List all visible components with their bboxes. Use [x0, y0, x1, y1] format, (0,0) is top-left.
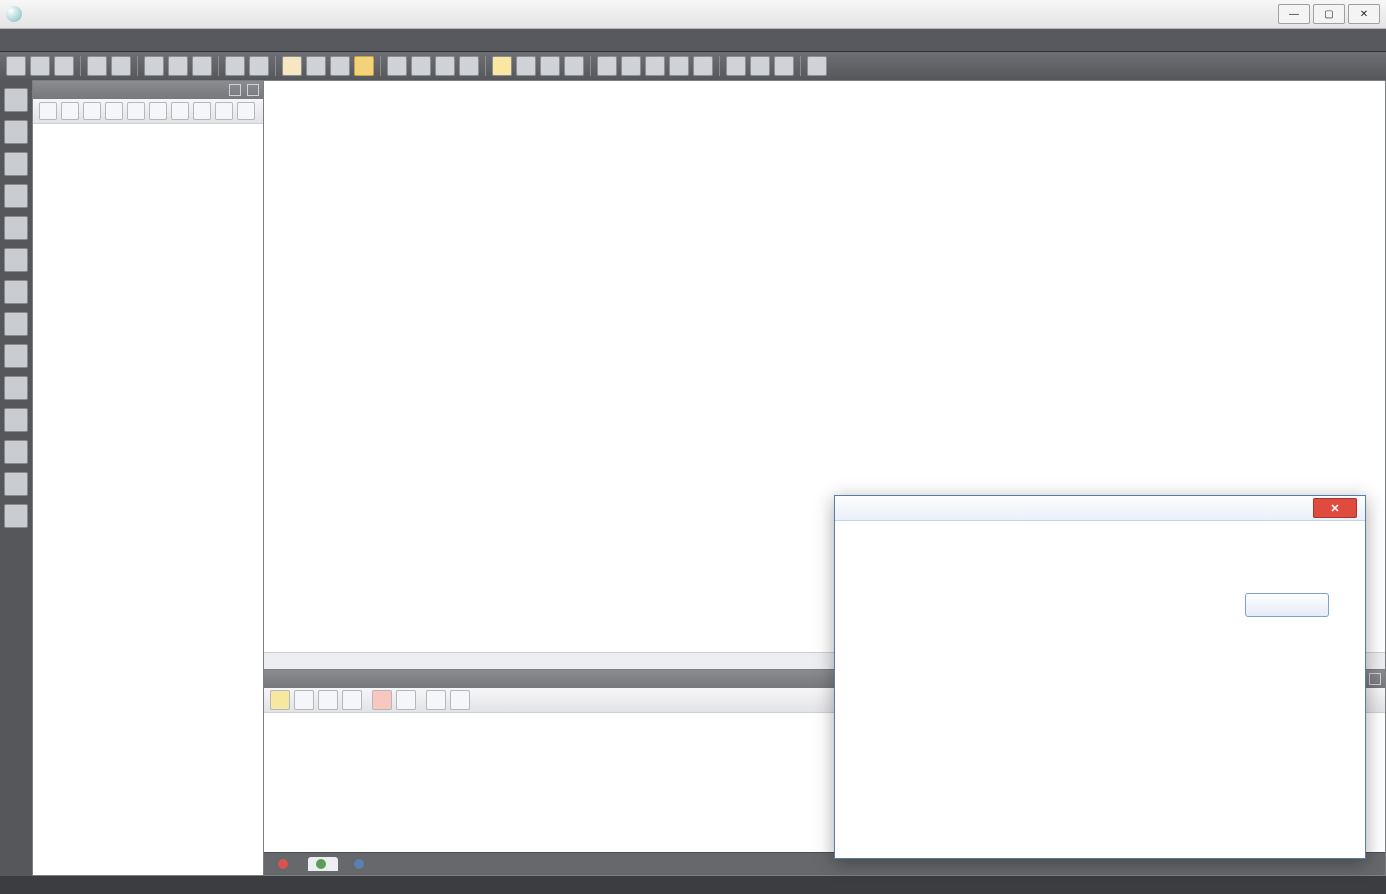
- main-toolbar: [0, 52, 1386, 80]
- tb-redo-icon[interactable]: [249, 56, 269, 76]
- vs-6-icon[interactable]: [4, 248, 28, 272]
- tb-paste-icon[interactable]: [192, 56, 212, 76]
- tb-new-icon[interactable]: [6, 56, 26, 76]
- tb-zoomfit-icon[interactable]: [435, 56, 455, 76]
- dialog-close-button[interactable]: ✕: [1313, 498, 1357, 518]
- tb-report3-icon[interactable]: [774, 56, 794, 76]
- battery-characteristics-dialog: ✕: [834, 495, 1366, 859]
- tb-open-icon[interactable]: [30, 56, 50, 76]
- tb-calc3-icon[interactable]: [354, 56, 374, 76]
- pt-down-icon[interactable]: [149, 102, 167, 120]
- tb-sigma-icon[interactable]: [282, 56, 302, 76]
- tab-notas[interactable]: [346, 857, 376, 871]
- pt-up-icon[interactable]: [127, 102, 145, 120]
- tb-unlink-icon[interactable]: [693, 56, 713, 76]
- vs-1-icon[interactable]: [4, 88, 28, 112]
- dialog-exit-button[interactable]: [1245, 593, 1329, 617]
- tb-layer2-icon[interactable]: [645, 56, 665, 76]
- tb-pan-icon[interactable]: [459, 56, 479, 76]
- rt-zoomin-icon[interactable]: [426, 690, 446, 710]
- vs-4-icon[interactable]: [4, 184, 28, 208]
- vs-10-icon[interactable]: [4, 376, 28, 400]
- rt-check-icon[interactable]: [270, 690, 290, 710]
- rt-opt3-icon[interactable]: [342, 690, 362, 710]
- vs-2-icon[interactable]: [4, 120, 28, 144]
- tb-zoomout-icon[interactable]: [411, 56, 431, 76]
- pt-filter-icon[interactable]: [193, 102, 211, 120]
- tb-report2-icon[interactable]: [750, 56, 770, 76]
- tb-snow-icon[interactable]: [540, 56, 560, 76]
- tb-zoomin-icon[interactable]: [387, 56, 407, 76]
- panel-close-icon[interactable]: [247, 84, 259, 96]
- tb-measure-icon[interactable]: [597, 56, 617, 76]
- vs-9-icon[interactable]: [4, 344, 28, 368]
- dialog-right-column: [1133, 539, 1343, 617]
- tb-print-icon[interactable]: [87, 56, 107, 76]
- pt-sun-icon[interactable]: [237, 102, 255, 120]
- tab-errores[interactable]: [270, 857, 300, 871]
- vs-12-icon[interactable]: [4, 440, 28, 464]
- tb-undo-icon[interactable]: [225, 56, 245, 76]
- rt-zoomout-icon[interactable]: [450, 690, 470, 710]
- rt-opt1-icon[interactable]: [294, 690, 314, 710]
- pt-delete-icon[interactable]: [83, 102, 101, 120]
- tb-link-icon[interactable]: [669, 56, 689, 76]
- vs-14-icon[interactable]: [4, 504, 28, 528]
- tb-cut-icon[interactable]: [144, 56, 164, 76]
- vs-11-icon[interactable]: [4, 408, 28, 432]
- vs-7-icon[interactable]: [4, 280, 28, 304]
- tb-calc1-icon[interactable]: [306, 56, 326, 76]
- vs-5-icon[interactable]: [4, 216, 28, 240]
- tb-save-icon[interactable]: [54, 56, 74, 76]
- project-panel: [32, 80, 264, 876]
- tb-report1-icon[interactable]: [726, 56, 746, 76]
- tb-chart-icon[interactable]: [492, 56, 512, 76]
- tb-edit-icon[interactable]: [564, 56, 584, 76]
- pt-add-icon[interactable]: [39, 102, 57, 120]
- project-panel-header: [33, 81, 263, 99]
- tb-copy-icon[interactable]: [168, 56, 188, 76]
- pt-grid-icon[interactable]: [215, 102, 233, 120]
- tab-resultados[interactable]: [308, 857, 338, 871]
- left-icon-strip: [0, 80, 32, 876]
- app-icon: [6, 6, 22, 22]
- tb-calc2-icon[interactable]: [330, 56, 350, 76]
- vs-8-icon[interactable]: [4, 312, 28, 336]
- tb-grid-icon[interactable]: [516, 56, 536, 76]
- panel-pin-icon[interactable]: [229, 84, 241, 96]
- vs-3-icon[interactable]: [4, 152, 28, 176]
- tb-preview-icon[interactable]: [111, 56, 131, 76]
- rt-del-icon[interactable]: [372, 690, 392, 710]
- maximize-button[interactable]: ▢: [1313, 4, 1345, 24]
- menu-bar: [0, 29, 1386, 52]
- pt-addroom-icon[interactable]: [61, 102, 79, 120]
- tb-layer1-icon[interactable]: [621, 56, 641, 76]
- pt-edit-icon[interactable]: [105, 102, 123, 120]
- tb-palette-icon[interactable]: [807, 56, 827, 76]
- pt-gear-icon[interactable]: [171, 102, 189, 120]
- close-button[interactable]: ✕: [1348, 4, 1380, 24]
- status-bar: [0, 876, 1386, 894]
- dialog-titlebar[interactable]: ✕: [835, 496, 1365, 521]
- results-close-icon[interactable]: [1369, 673, 1381, 685]
- project-toolbar: [33, 99, 263, 124]
- vs-13-icon[interactable]: [4, 472, 28, 496]
- window-titlebar: — ▢ ✕: [0, 0, 1386, 29]
- project-tree[interactable]: [33, 124, 263, 875]
- rt-copy-icon[interactable]: [396, 690, 416, 710]
- minimize-button[interactable]: —: [1278, 4, 1310, 24]
- rt-opt2-icon[interactable]: [318, 690, 338, 710]
- dialog-left-column: [861, 539, 1111, 617]
